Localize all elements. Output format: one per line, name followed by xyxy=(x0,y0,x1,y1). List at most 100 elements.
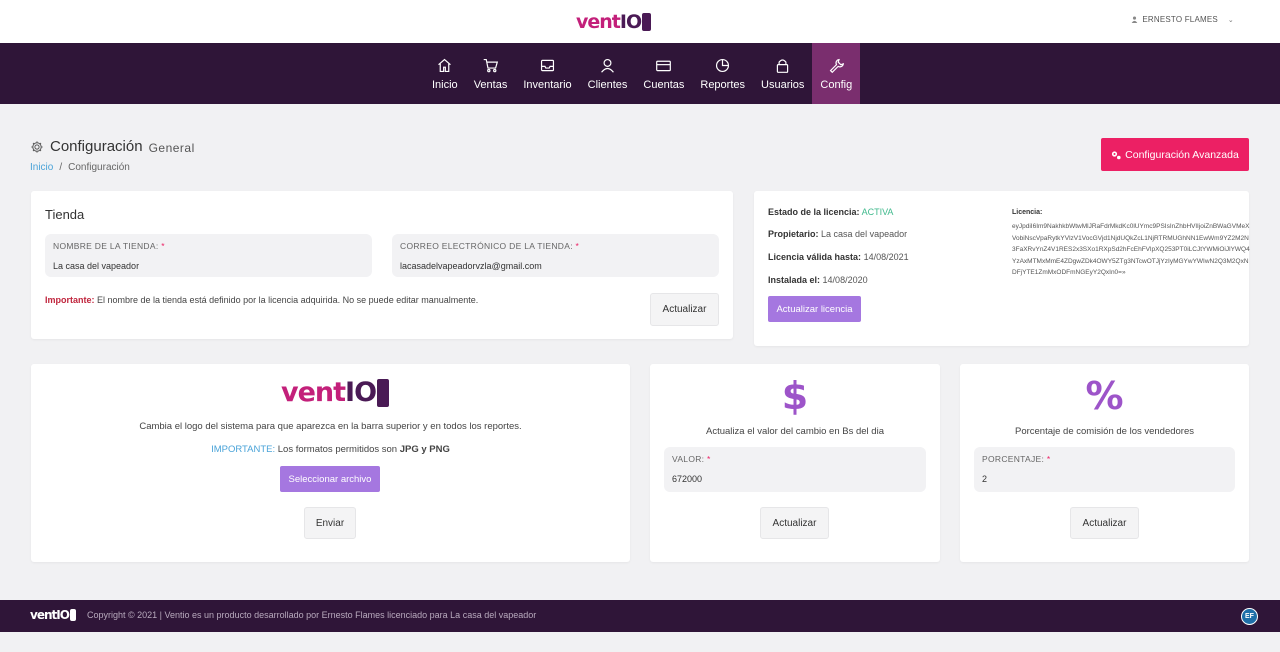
logo-format-note: IMPORTANTE: Los formatos permitidos son … xyxy=(31,444,630,455)
inbox-icon xyxy=(540,59,555,71)
nav-label: Inventario xyxy=(523,78,572,91)
important-label: Importante: xyxy=(45,295,95,305)
tienda-title: Tienda xyxy=(45,207,85,222)
logo-text-vent: vent xyxy=(281,377,346,408)
required-mark: * xyxy=(575,241,580,251)
logo-formats: JPG y PNG xyxy=(399,444,450,455)
nav-label: Usuarios xyxy=(761,78,805,91)
nav-label: Inicio xyxy=(432,78,458,91)
footer-logo: vent IO xyxy=(30,608,76,622)
nav-label: Clientes xyxy=(587,78,628,91)
license-installed-label: Instalada el: xyxy=(768,275,821,285)
breadcrumb: Inicio / Configuración xyxy=(30,162,130,173)
store-name-value: La casa del vapeador xyxy=(53,261,140,271)
nav-item-reportes[interactable]: Reportes xyxy=(692,43,753,104)
license-installed: Instalada el: 14/08/2020 xyxy=(768,275,868,285)
exchange-value-field[interactable]: VALOR: * 672000 xyxy=(664,447,926,492)
nav-item-inicio[interactable]: Inicio xyxy=(424,43,466,104)
nav-item-cuentas[interactable]: Cuentas xyxy=(635,43,692,104)
percent-icon: % xyxy=(1085,374,1124,418)
nav-item-clientes[interactable]: Clientes xyxy=(580,43,636,104)
required-mark: * xyxy=(1046,454,1051,464)
nav-item-usuarios[interactable]: Usuarios xyxy=(753,43,812,104)
nav-item-ventas[interactable]: Ventas xyxy=(466,43,516,104)
gear-icon xyxy=(31,140,43,153)
ventio-logo[interactable]: vent IO xyxy=(576,11,652,33)
logo-box xyxy=(377,378,390,407)
logo-text-io: IO xyxy=(619,11,642,33)
license-installed-value: 14/08/2020 xyxy=(822,275,868,285)
developer-badge[interactable]: EF xyxy=(1241,608,1258,625)
user-menu[interactable]: ERNESTO FLAMES ⌄ xyxy=(1131,15,1234,24)
important-text: El nombre de la tienda está definido por… xyxy=(94,295,479,305)
advanced-config-label: Configuración Avanzada xyxy=(1125,148,1239,161)
update-license-button[interactable]: Actualizar licencia xyxy=(768,296,861,322)
card-icon xyxy=(656,60,672,71)
license-valid-label: Licencia válida hasta: xyxy=(768,252,862,262)
exchange-update-button[interactable]: Actualizar xyxy=(760,507,829,539)
wrench-icon xyxy=(829,58,844,73)
store-name-label: NOMBRE DE LA TIENDA: xyxy=(53,241,159,251)
nav-label: Reportes xyxy=(700,78,746,91)
footer: vent IO Copyright © 2021 | Ventio es un … xyxy=(0,600,1280,632)
logo-important-text: Los formatos permitidos son xyxy=(275,444,400,455)
license-card: Estado de la licencia: ACTIVA Propietari… xyxy=(754,191,1250,346)
ventio-logo-preview: vent IO xyxy=(281,377,390,408)
page-title-main: Configuración xyxy=(50,138,143,155)
license-key-label: Licencia: xyxy=(1012,209,1043,216)
user-icon xyxy=(1132,16,1138,23)
breadcrumb-home[interactable]: Inicio xyxy=(30,162,53,173)
cart-icon xyxy=(483,58,499,72)
store-email-value[interactable]: lacasadelvapeadorvzla@gmail.com xyxy=(400,261,711,271)
lock-icon xyxy=(777,58,789,73)
license-status-label: Estado de la licencia: xyxy=(768,207,860,217)
footer-logo-vent: vent xyxy=(30,608,57,622)
commission-value-input[interactable]: 2 xyxy=(982,474,1227,484)
commission-update-button[interactable]: Actualizar xyxy=(1070,507,1139,539)
nav-label: Cuentas xyxy=(643,78,685,91)
page-title-sub: General xyxy=(148,141,195,155)
important-note: Importante: El nombre de la tienda está … xyxy=(45,295,478,305)
nav-item-config[interactable]: Config xyxy=(812,43,861,104)
select-file-button[interactable]: Seleccionar archivo xyxy=(280,466,380,492)
nav-label: Ventas xyxy=(473,78,508,91)
main-nav: Inicio Ventas Inventario Clientes Cuenta… xyxy=(0,43,1280,104)
logo-important-label: IMPORTANTE: xyxy=(211,444,276,455)
exchange-value-label: VALOR: xyxy=(672,454,705,464)
license-key-value: eyJpdiI6Im9NakhkbWtwMlJRaFdrMkdKc0lUYmc9… xyxy=(1012,223,1250,276)
exchange-description: Actualiza el valor del cambio en Bs del … xyxy=(706,426,884,437)
exchange-rate-card: $ Actualiza el valor del cambio en Bs de… xyxy=(650,364,940,562)
logo-text-io: IO xyxy=(345,377,377,408)
license-status-value: ACTIVA xyxy=(861,207,894,217)
logo-text-vent: vent xyxy=(576,11,621,33)
user-name: ERNESTO FLAMES xyxy=(1142,15,1218,24)
store-name-field: NOMBRE DE LA TIENDA: * La casa del vapea… xyxy=(45,234,372,277)
nav-label: Config xyxy=(820,78,853,91)
send-logo-button[interactable]: Enviar xyxy=(304,507,356,539)
tienda-update-button[interactable]: Actualizar xyxy=(650,293,719,326)
breadcrumb-current: Configuración xyxy=(68,162,130,173)
license-valid-value: 14/08/2021 xyxy=(863,252,909,262)
dollar-icon: $ xyxy=(781,374,809,418)
advanced-config-button[interactable]: Configuración Avanzada xyxy=(1101,138,1249,171)
nav-item-inventario[interactable]: Inventario xyxy=(515,43,579,104)
exchange-value-input[interactable]: 672000 xyxy=(672,474,918,484)
store-email-field[interactable]: CORREO ELECTRÓNICO DE LA TIENDA: * lacas… xyxy=(392,234,719,277)
cogs-icon xyxy=(1112,150,1121,159)
license-owner: Propietario: La casa del vapeador xyxy=(768,229,907,239)
required-mark: * xyxy=(161,241,165,251)
top-bar: vent IO ERNESTO FLAMES ⌄ xyxy=(0,0,1280,43)
tienda-card: Tienda NOMBRE DE LA TIENDA: * La casa de… xyxy=(31,191,733,339)
license-owner-value: La casa del vapeador xyxy=(821,229,908,239)
logo-description: Cambia el logo del sistema para que apar… xyxy=(139,421,522,432)
commission-description: Porcentaje de comisión de los vendedores xyxy=(1014,426,1195,437)
required-mark: * xyxy=(707,454,711,464)
footer-copyright: Copyright © 2021 | Ventio es un producto… xyxy=(87,610,537,620)
logo-box xyxy=(642,13,652,31)
commission-value-field[interactable]: PORCENTAJE: * 2 xyxy=(974,447,1235,492)
chart-icon xyxy=(716,58,730,72)
license-valid-until: Licencia válida hasta: 14/08/2021 xyxy=(768,252,909,262)
license-owner-label: Propietario: xyxy=(768,229,819,239)
breadcrumb-separator: / xyxy=(59,162,63,173)
page-title: Configuración General xyxy=(30,138,195,155)
